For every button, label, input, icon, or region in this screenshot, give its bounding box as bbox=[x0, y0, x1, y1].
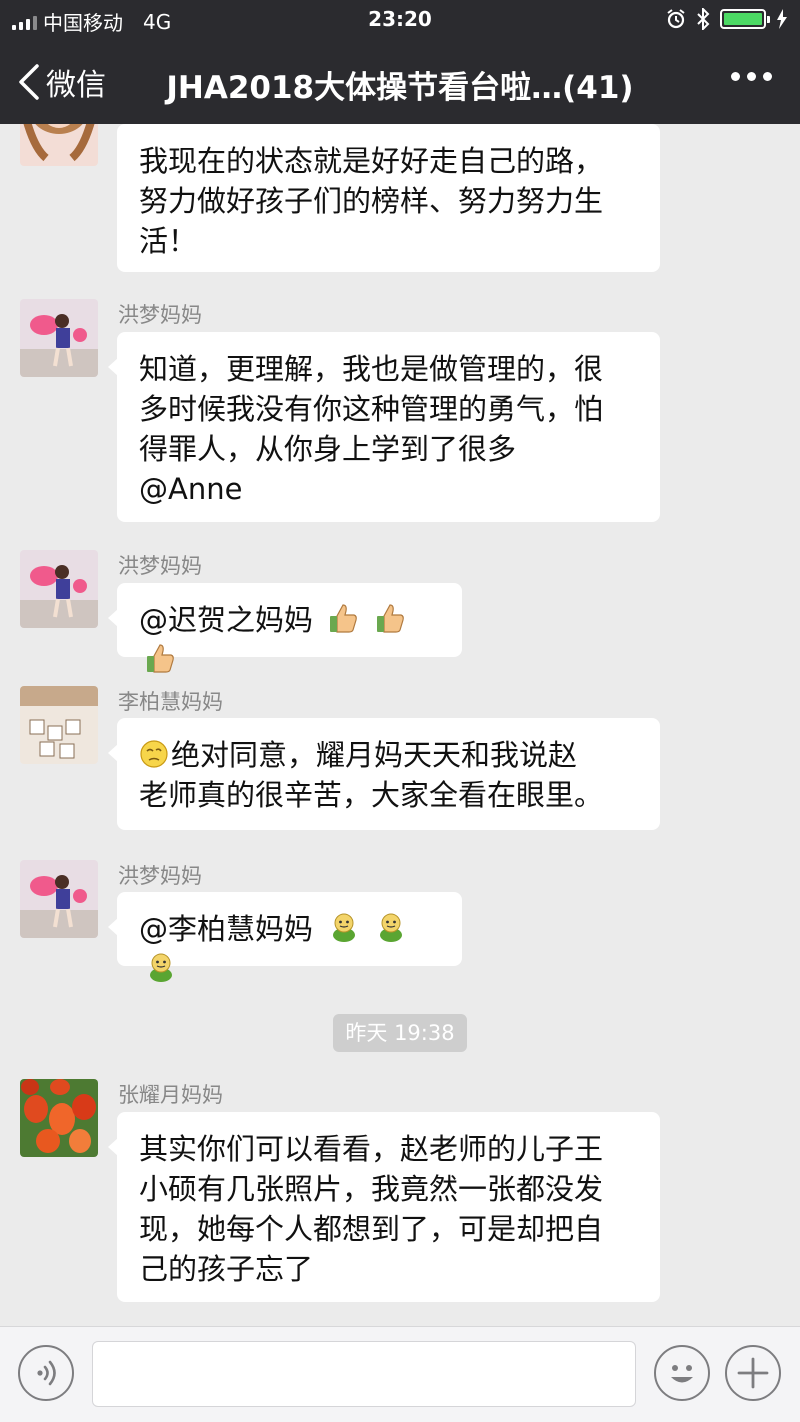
more-button[interactable] bbox=[731, 72, 772, 81]
mention-link[interactable]: @李柏慧妈妈 bbox=[139, 912, 313, 946]
sender-name: 李柏慧妈妈 bbox=[118, 690, 223, 714]
sender-name: 洪梦妈妈 bbox=[118, 864, 202, 888]
sender-name: 洪梦妈妈 bbox=[118, 303, 202, 327]
message-bubble[interactable]: @迟贺之妈妈 bbox=[108, 583, 462, 673]
plus-icon bbox=[737, 1357, 769, 1389]
message-line: 老师真的很辛苦，大家全看在眼里。 bbox=[139, 778, 604, 812]
avatar[interactable] bbox=[20, 860, 98, 938]
message-line: 绝对同意，耀月妈天天和我说赵 bbox=[171, 738, 578, 772]
green-character-icon bbox=[333, 913, 356, 942]
alarm-icon bbox=[667, 9, 685, 29]
message-line: 活！ bbox=[139, 224, 198, 258]
avatar[interactable] bbox=[20, 299, 98, 377]
message-line: 得罪人，从你身上学到了很多 bbox=[139, 432, 517, 466]
message-bubble[interactable]: 我现在的状态就是好好走自己的路， 努力做好孩子们的榜样、努力努力生 活！ bbox=[117, 124, 660, 272]
time-divider: 昨天 19:38 bbox=[333, 1014, 467, 1052]
thumbs-up-icon bbox=[377, 604, 405, 633]
avatar[interactable] bbox=[20, 550, 98, 628]
message-bubble[interactable]: @李柏慧妈妈 bbox=[108, 892, 462, 982]
message-line: 己的孩子忘了 bbox=[139, 1252, 314, 1286]
charging-icon bbox=[777, 9, 787, 29]
message-bubble[interactable]: 绝对同意，耀月妈天天和我说赵 老师真的很辛苦，大家全看在眼里。 bbox=[108, 718, 660, 830]
bluetooth-icon bbox=[697, 8, 710, 30]
avatar[interactable] bbox=[20, 1079, 98, 1157]
voice-icon bbox=[37, 1360, 56, 1386]
message-line: 我现在的状态就是好好走自己的路， bbox=[139, 144, 604, 178]
battery-icon bbox=[720, 9, 770, 29]
status-icons bbox=[666, 8, 788, 30]
voice-button[interactable] bbox=[18, 1345, 74, 1401]
emoji-face-icon bbox=[671, 1365, 693, 1383]
input-bar bbox=[0, 1326, 800, 1422]
status-bar: 中国移动 4G 23:20 bbox=[0, 0, 800, 40]
nav-bar: 微信 JHA2018大体操节看台啦…(41) bbox=[0, 42, 800, 124]
sender-name: 张耀月妈妈 bbox=[118, 1083, 223, 1107]
message-bubble[interactable]: 知道，更理解，我也是做管理的，很 多时候我没有你这种管理的勇气，怕 得罪人，从你… bbox=[108, 332, 660, 522]
chat-title: JHA2018大体操节看台啦…(41) bbox=[166, 70, 634, 106]
back-button[interactable]: 微信 bbox=[18, 60, 106, 104]
message-bubble[interactable]: 其实你们可以看看，赵老师的儿子王 小硕有几张照片，我竟然一张都没发 现，她每个人… bbox=[108, 1112, 660, 1302]
message-input[interactable] bbox=[92, 1341, 636, 1407]
avatar[interactable] bbox=[20, 686, 98, 764]
message-line: 努力做好孩子们的榜样、努力努力生 bbox=[139, 184, 604, 218]
mention-link[interactable]: @迟贺之妈妈 bbox=[139, 603, 313, 637]
thumbs-up-icon bbox=[147, 644, 174, 673]
thumbs-up-icon bbox=[330, 604, 358, 633]
sender-name: 洪梦妈妈 bbox=[118, 554, 202, 578]
green-character-icon bbox=[150, 953, 172, 982]
green-character-icon bbox=[380, 913, 403, 942]
mention-link[interactable]: @Anne bbox=[139, 469, 638, 509]
chevron-left-icon bbox=[19, 64, 39, 100]
message-line: 现，她每个人都想到了，可是却把自 bbox=[139, 1212, 604, 1246]
message-line: 小硕有几张照片，我竟然一张都没发 bbox=[139, 1172, 604, 1206]
emoji-button[interactable] bbox=[654, 1345, 710, 1401]
top-bar: 中国移动 4G 23:20 微信 JHA2018大体操节看台啦…(41) bbox=[0, 0, 800, 124]
avatar[interactable] bbox=[20, 124, 98, 166]
back-label: 微信 bbox=[46, 68, 106, 103]
more-functions-button[interactable] bbox=[725, 1345, 781, 1401]
message-line: 其实你们可以看看，赵老师的儿子王 bbox=[139, 1132, 604, 1166]
message-line: 知道，更理解，我也是做管理的，很 bbox=[139, 352, 604, 386]
chat-area[interactable]: 我现在的状态就是好好走自己的路， 努力做好孩子们的榜样、努力努力生 活！ 洪梦妈… bbox=[0, 124, 800, 1326]
message-line: 多时候我没有你这种管理的勇气，怕 bbox=[139, 392, 604, 426]
thinking-face-icon bbox=[140, 740, 168, 768]
